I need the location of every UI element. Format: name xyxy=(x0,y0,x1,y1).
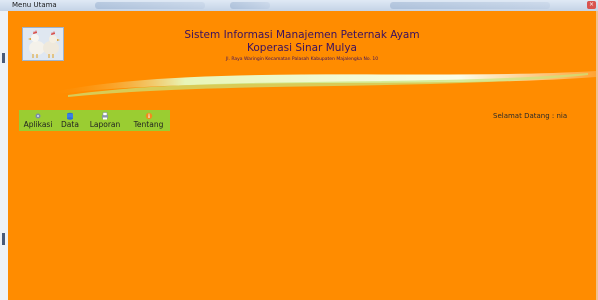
edge-marker xyxy=(2,53,5,63)
titlebar-blurred-area xyxy=(390,2,550,9)
decorative-swoosh xyxy=(48,71,596,97)
organization-name: Koperasi Sinar Mulya xyxy=(247,42,357,54)
window-close-button[interactable]: × xyxy=(587,1,596,9)
database-icon xyxy=(67,112,73,120)
titlebar-blurred-area xyxy=(230,2,270,9)
edge-marker xyxy=(2,233,5,245)
menu-label: Laporan xyxy=(89,120,121,129)
menu-item-laporan[interactable]: Laporan xyxy=(83,110,127,131)
menu-item-aplikasi[interactable]: Aplikasi xyxy=(19,110,57,131)
report-printer-icon xyxy=(102,112,108,120)
menu-label: Aplikasi xyxy=(23,120,53,129)
menu-label: Data xyxy=(61,120,79,129)
main-menubar: Aplikasi Data Laporan Tentang xyxy=(19,110,170,131)
app-title: Sistem Informasi Manajemen Peternak Ayam xyxy=(184,29,420,41)
organization-address: Jl. Raya Waringin Kecamatan Palasah Kabu… xyxy=(225,57,379,62)
titlebar-blurred-area xyxy=(95,2,205,9)
menu-item-data[interactable]: Data xyxy=(57,110,83,131)
gear-app-icon xyxy=(35,113,41,119)
window-title: Menu Utama xyxy=(12,1,57,9)
menu-item-tentang[interactable]: Tentang xyxy=(127,110,170,131)
welcome-user-text: Selamat Datang : nia xyxy=(493,112,568,120)
main-window: Sistem Informasi Manajemen Peternak Ayam… xyxy=(8,11,596,300)
menu-label: Tentang xyxy=(133,120,164,129)
info-icon xyxy=(145,112,152,120)
